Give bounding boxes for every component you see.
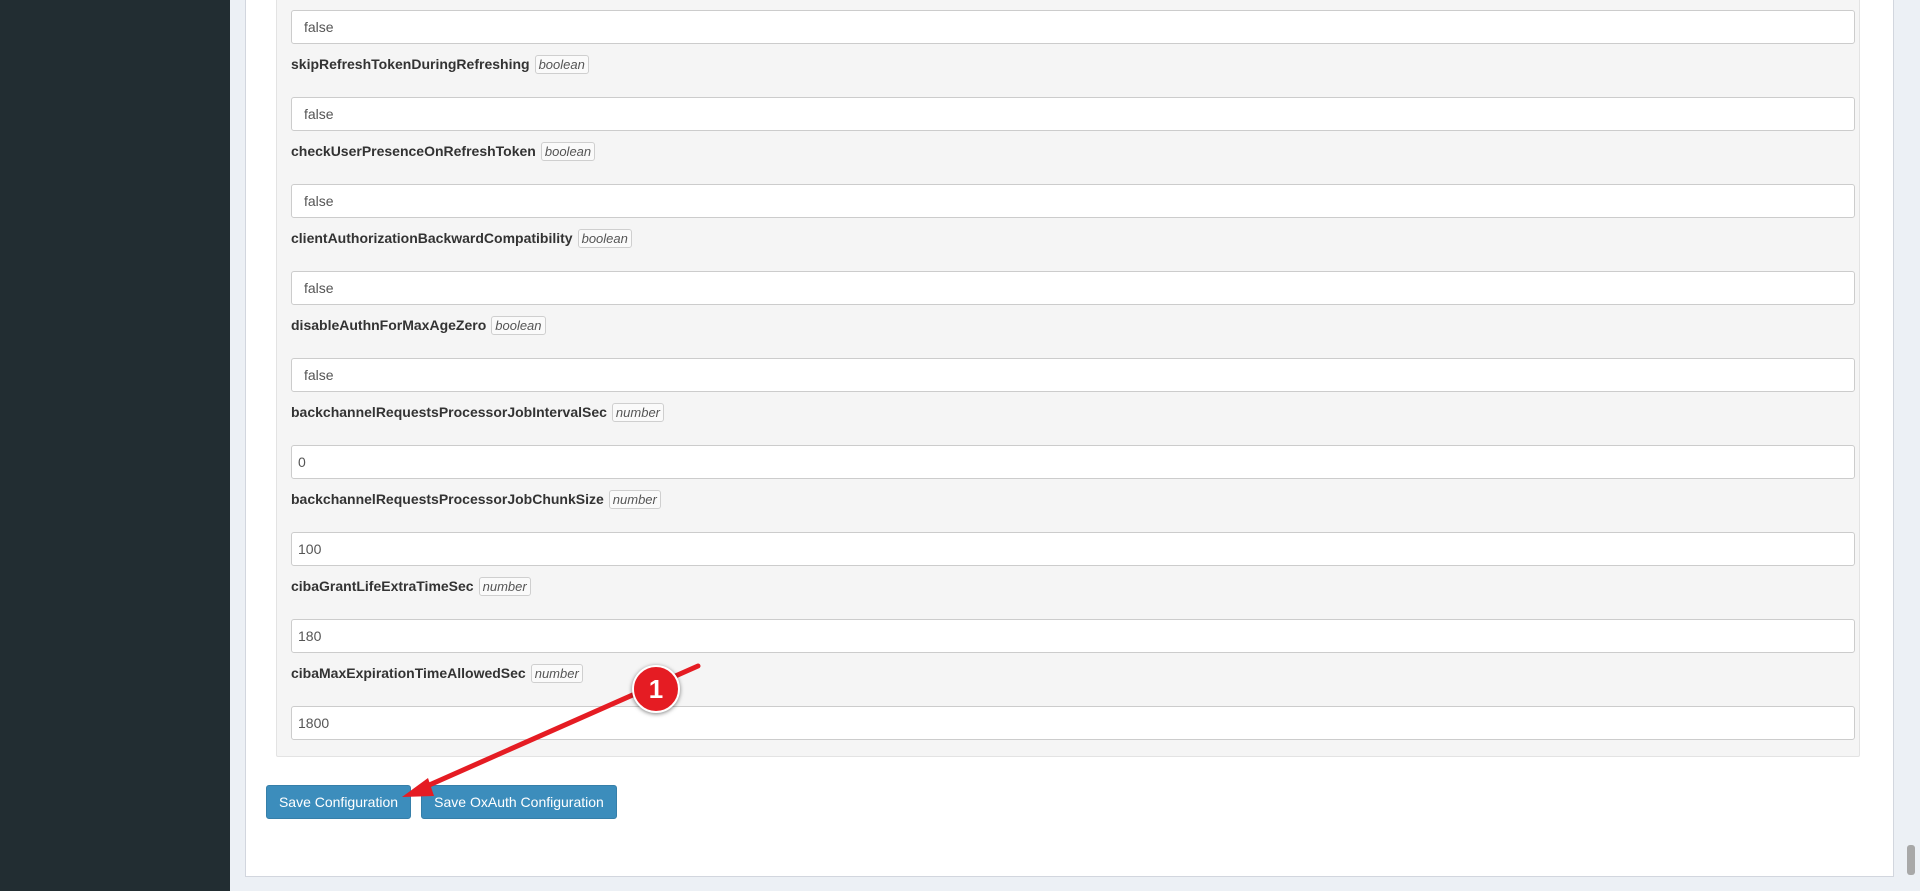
field-input-clientAuthorizationBackwardCompatibility[interactable]: false bbox=[291, 271, 1855, 305]
field-type-badge: boolean bbox=[491, 315, 546, 335]
field-value: false bbox=[304, 106, 334, 122]
field-input-disableAuthnForMaxAgeZero[interactable]: false bbox=[291, 358, 1855, 392]
annotation-badge: 1 bbox=[632, 665, 680, 713]
field-label-clientAuthorizationBackwardCompatibility: clientAuthorizationBackwardCompatibility… bbox=[291, 227, 632, 249]
save-configuration-button[interactable]: Save Configuration bbox=[266, 785, 411, 819]
field-value: false bbox=[304, 280, 334, 296]
field-input-skipRefreshTokenDuringRefreshing[interactable]: false bbox=[291, 97, 1855, 131]
field-name: backchannelRequestsProcessorJobChunkSize bbox=[291, 491, 604, 507]
field-type-badge: number bbox=[478, 576, 531, 596]
main-content: false skipRefreshTokenDuringRefreshing b… bbox=[230, 0, 1894, 891]
field-value: 1800 bbox=[298, 715, 330, 731]
field-name: disableAuthnForMaxAgeZero bbox=[291, 317, 487, 333]
config-panel: false skipRefreshTokenDuringRefreshing b… bbox=[276, 0, 1860, 757]
field-type-badge: boolean bbox=[540, 141, 596, 161]
config-box: false skipRefreshTokenDuringRefreshing b… bbox=[245, 0, 1894, 877]
field-value: false bbox=[304, 19, 334, 35]
field-input-backchannelRequestsProcessorJobChunkSize[interactable]: 100 bbox=[291, 532, 1855, 566]
field-type-badge: number bbox=[608, 489, 661, 509]
field-label-backchannelRequestsProcessorJobIntervalSec: backchannelRequestsProcessorJobIntervalS… bbox=[291, 401, 664, 423]
field-value: false bbox=[304, 193, 334, 209]
field-input-backchannelRequestsProcessorJobIntervalSec[interactable]: 0 bbox=[291, 445, 1855, 479]
field-type-badge: boolean bbox=[577, 228, 632, 248]
field-label-skipRefreshTokenDuringRefreshing: skipRefreshTokenDuringRefreshing boolean bbox=[291, 53, 589, 75]
field-type-badge: number bbox=[530, 663, 583, 683]
field-value: false bbox=[304, 367, 334, 383]
save-oxauth-configuration-button[interactable]: Save OxAuth Configuration bbox=[421, 785, 617, 819]
field-label-cibaGrantLifeExtraTimeSec: cibaGrantLifeExtraTimeSec number bbox=[291, 575, 531, 597]
field-name: cibaGrantLifeExtraTimeSec bbox=[291, 578, 474, 594]
field-name: clientAuthorizationBackwardCompatibility bbox=[291, 230, 573, 246]
field-input-checkUserPresenceOnRefreshToken[interactable]: false bbox=[291, 184, 1855, 218]
field-label-backchannelRequestsProcessorJobChunkSize: backchannelRequestsProcessorJobChunkSize… bbox=[291, 488, 661, 510]
field-name: backchannelRequestsProcessorJobIntervalS… bbox=[291, 404, 607, 420]
field-label-disableAuthnForMaxAgeZero: disableAuthnForMaxAgeZero boolean bbox=[291, 314, 546, 336]
field-value: 0 bbox=[298, 454, 306, 470]
field-name: checkUserPresenceOnRefreshToken bbox=[291, 143, 536, 159]
field-input-cibaMaxExpirationTimeAllowedSec[interactable]: 1800 bbox=[291, 706, 1855, 740]
field-input-previous[interactable]: false bbox=[291, 10, 1855, 44]
sidebar bbox=[0, 0, 230, 891]
field-label-cibaMaxExpirationTimeAllowedSec: cibaMaxExpirationTimeAllowedSec number bbox=[291, 662, 583, 684]
field-label-checkUserPresenceOnRefreshToken: checkUserPresenceOnRefreshToken boolean bbox=[291, 140, 596, 162]
page-scrollbar-thumb[interactable] bbox=[1907, 845, 1915, 875]
field-value: 180 bbox=[298, 628, 322, 644]
field-type-badge: boolean bbox=[534, 54, 589, 74]
field-input-cibaGrantLifeExtraTimeSec[interactable]: 180 bbox=[291, 619, 1855, 653]
field-type-badge: number bbox=[611, 402, 664, 422]
field-value: 100 bbox=[298, 541, 322, 557]
field-name: cibaMaxExpirationTimeAllowedSec bbox=[291, 665, 526, 681]
field-name: skipRefreshTokenDuringRefreshing bbox=[291, 56, 530, 72]
